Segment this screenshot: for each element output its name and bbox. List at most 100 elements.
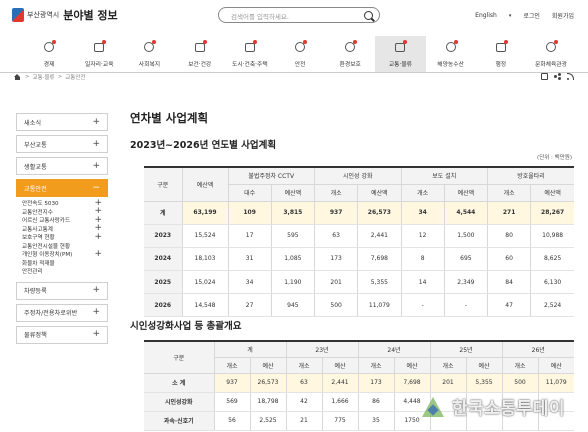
- main-menu: 경제 일자리·교육 사회복지 보건·건강 도시·건축·주택 안전 환경보호 교통…: [24, 36, 576, 72]
- table-cell: 63,199: [182, 201, 229, 225]
- menu-item-ocean[interactable]: 해양농수산: [426, 36, 476, 72]
- print-icon[interactable]: [541, 73, 548, 80]
- table-header: 구분: [144, 167, 183, 202]
- sidebar-item-logistics[interactable]: 물류정책 +: [16, 325, 108, 344]
- menu-item-culture[interactable]: 문화체육관광: [526, 36, 576, 72]
- submenu-label: 보호구역 현황: [22, 235, 55, 242]
- submenu-label: 교통안전지수: [22, 209, 53, 216]
- share-icon[interactable]: [554, 73, 561, 80]
- plus-icon: +: [92, 138, 100, 149]
- table-cell: 2,349: [444, 270, 489, 295]
- table-cell: 34: [401, 201, 445, 225]
- submenu-label: 개인형 이동장치(PM): [22, 252, 73, 259]
- sidebar-item-vehicle-registration[interactable]: 차량등록 +: [16, 281, 108, 300]
- plus-icon: +: [94, 248, 102, 259]
- table-cell: 27: [228, 293, 272, 318]
- plus-icon: +: [92, 285, 100, 295]
- submenu-item[interactable]: 개인형 이동장치(PM) +: [22, 248, 108, 259]
- crumb-traffic[interactable]: 교통·물류: [33, 73, 55, 81]
- table-cell: 28,267: [530, 201, 574, 225]
- table-cell: 937: [214, 373, 251, 393]
- sidebar-item-news[interactable]: 새소식 +: [16, 113, 108, 131]
- table-row: 계 63,199 109 3,815 937 26,573 34 4,544 2…: [144, 201, 574, 225]
- search-icon[interactable]: [364, 11, 373, 20]
- row-label: 과속·신호기: [144, 411, 215, 431]
- table-cell: 18,798: [250, 392, 287, 412]
- crumb-safety[interactable]: 교통안전: [65, 73, 85, 81]
- table-cell: 86: [358, 392, 395, 412]
- sidebar-item-life-traffic[interactable]: 생활교통 +: [16, 157, 108, 175]
- table-cell: 201: [314, 270, 359, 295]
- submenu-item[interactable]: 안전관리: [22, 267, 108, 276]
- table-cell: 937: [314, 201, 359, 225]
- table-header: 예산액: [182, 167, 229, 202]
- city-icon: [243, 40, 257, 54]
- table-cell: 109: [228, 201, 272, 225]
- search-input[interactable]: 검색어를 입력하세요.: [231, 11, 289, 21]
- menu-item-health[interactable]: 보건·건강: [175, 36, 225, 72]
- menu-item-admin[interactable]: 행정: [476, 36, 526, 72]
- table-cell: 2,441: [322, 373, 359, 393]
- table-header: 26년: [502, 341, 574, 358]
- menu-label: 보건·건강: [188, 62, 212, 68]
- menu-item-environment[interactable]: 환경보호: [325, 36, 375, 72]
- table-subheader: 개소: [487, 184, 532, 202]
- table-subheader: 개소: [502, 357, 539, 374]
- table-cell: 15,524: [182, 224, 229, 248]
- language-label: English: [475, 12, 497, 19]
- menu-item-city[interactable]: 도시·건축·주택: [225, 36, 275, 72]
- submenu-label: 교통안전시설물 현황: [22, 243, 71, 250]
- environment-icon: [343, 40, 358, 54]
- chevron-down-icon: ▾: [508, 13, 512, 19]
- submenu-label: 어르신 교통사랑카드: [22, 218, 71, 225]
- table-cell: 1,190: [271, 270, 316, 295]
- submenu-label: 교통사고통계: [22, 226, 53, 233]
- menu-item-welfare[interactable]: 사회복지: [124, 36, 174, 72]
- row-label: 2025: [144, 270, 183, 295]
- sidebar-item-traffic-safety[interactable]: 교통안전 −: [16, 179, 108, 197]
- economy-icon: [42, 40, 57, 54]
- table-cell: 31: [228, 247, 272, 272]
- sidebar-item-label: 새소식: [24, 119, 42, 127]
- breadcrumb: > 교통·물류 > 교통안전: [14, 73, 88, 81]
- table-cell: 3,815: [271, 201, 316, 225]
- table-subheader: 개소: [214, 357, 251, 374]
- crumb-separator: >: [25, 74, 30, 80]
- search-box[interactable]: 검색어를 입력하세요.: [218, 7, 380, 23]
- language-select[interactable]: English ▾: [463, 12, 511, 19]
- site-logo[interactable]: 부산광역시 분야별 정보: [12, 7, 118, 23]
- submenu-item[interactable]: 화물차 적재물: [22, 259, 108, 268]
- table-cell: 10,988: [530, 224, 574, 248]
- table-cell: 26,573: [357, 201, 402, 225]
- table-row: 2023 15,524 17 595 63 2,441 12 1,500 80 …: [144, 224, 574, 248]
- signup-link[interactable]: 회원가입: [552, 11, 574, 20]
- logo-org: 부산광역시: [27, 11, 60, 19]
- table-header: 24년: [358, 341, 431, 358]
- sidebar-item-busan-traffic[interactable]: 부산교통 +: [16, 135, 108, 153]
- submenu-item[interactable]: 보호구역 현황 +: [22, 232, 108, 242]
- table-cell: 11,079: [357, 293, 402, 318]
- plus-icon: +: [92, 116, 100, 127]
- menu-item-jobs[interactable]: 일자리·교육: [74, 36, 124, 72]
- table-cell: 26,573: [250, 373, 287, 393]
- busan-logo-icon: [12, 8, 24, 22]
- top-header: 부산광역시 분야별 정보 검색어를 입력하세요. English ▾ 로그인 회원…: [0, 0, 588, 34]
- menu-label: 행정: [495, 62, 507, 68]
- menu-item-traffic[interactable]: 교통·물류: [375, 36, 426, 72]
- table-cell: 18,103: [182, 247, 229, 272]
- sidebar-item-parking-violation[interactable]: 주정차/전용차로위반 +: [16, 303, 108, 322]
- menu-item-safety[interactable]: 안전: [275, 36, 325, 72]
- page-tools: [535, 73, 574, 80]
- menu-item-economy[interactable]: 경제: [24, 36, 74, 72]
- table-cell: -: [444, 293, 489, 318]
- login-link[interactable]: 로그인: [523, 11, 540, 20]
- table-cell: 8: [401, 247, 445, 272]
- row-label: 소 계: [144, 373, 215, 393]
- table-cell: 63: [314, 224, 359, 248]
- sidebar-item-label: 교통안전: [24, 185, 47, 193]
- annual-plan-table: 구분 예산액 불법주정차 CCTV 시인성 강화 보도 설치 방호울타리 대수 …: [144, 166, 574, 318]
- table-cell: 775: [322, 411, 359, 431]
- rss-icon[interactable]: [567, 73, 574, 80]
- table-row: 2024 18,103 31 1,085 173 7,698 8 695 60 …: [144, 247, 574, 272]
- home-icon[interactable]: [14, 74, 21, 80]
